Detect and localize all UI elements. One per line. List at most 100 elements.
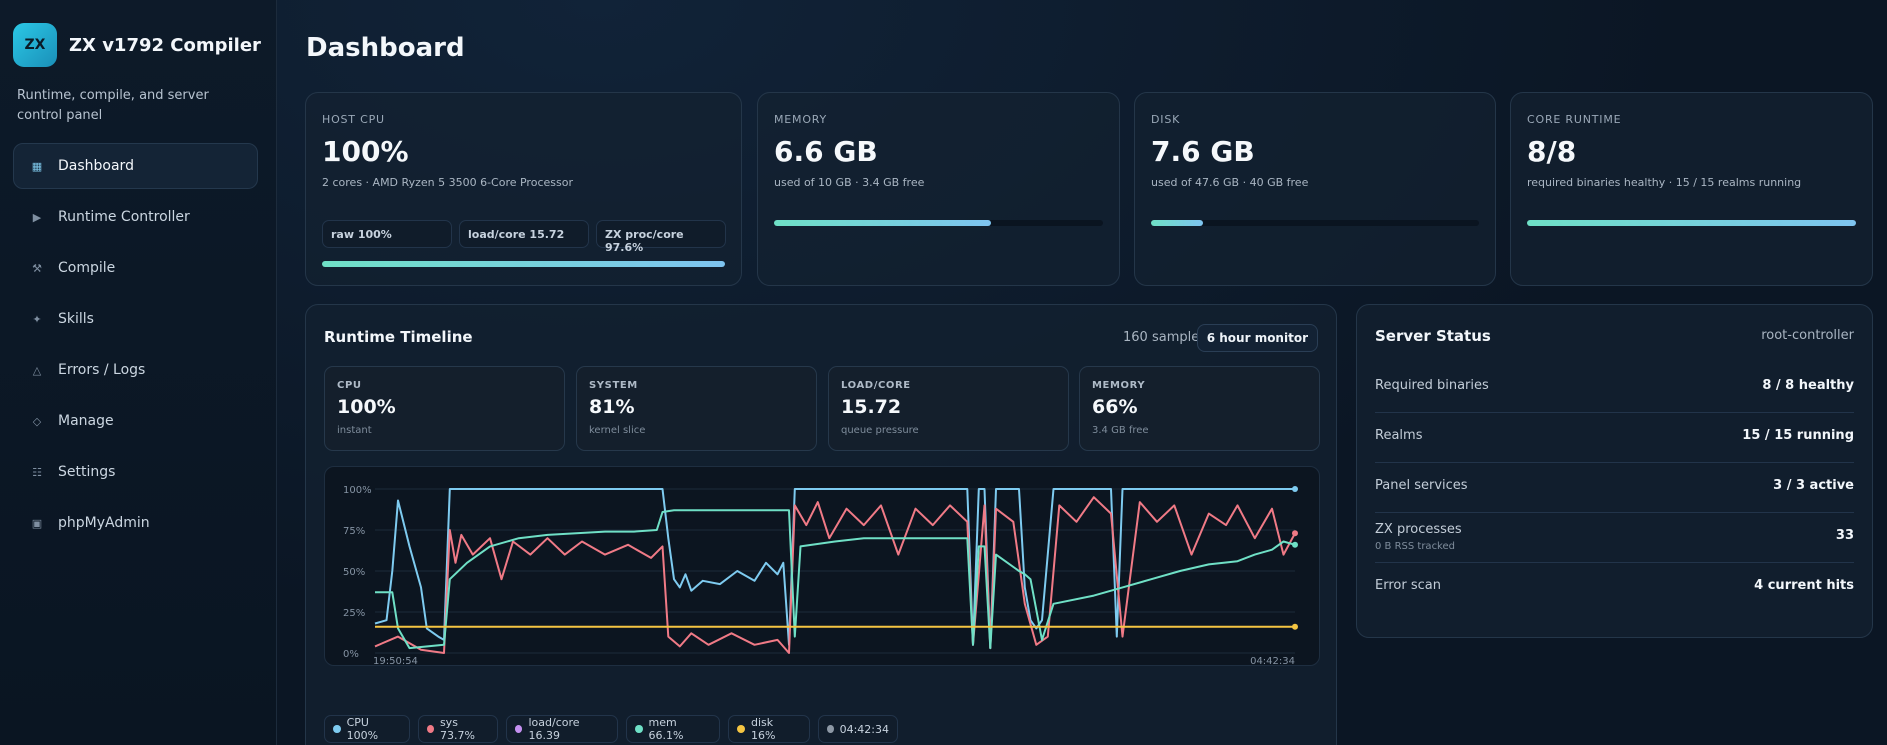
host-cpu-value: 100% xyxy=(322,135,409,168)
server-row-value: 3 / 3 active xyxy=(1773,478,1854,493)
runtime-timeline-panel: Runtime Timeline 160 samples 6 hour moni… xyxy=(305,304,1337,745)
host-cpu-bar xyxy=(322,261,725,267)
legend-label: load/core 16.39 xyxy=(528,716,580,742)
series-endpoint-cpu xyxy=(1292,486,1298,492)
legend-dot-icon xyxy=(827,725,834,733)
server-status-row: Realms 15 / 15 running xyxy=(1375,413,1854,463)
disk-subtext: used of 47.6 GB · 40 GB free xyxy=(1151,176,1309,189)
mini-stat-load-core: LOAD/CORE 15.72 queue pressure xyxy=(828,366,1069,451)
legend-label: 04:42:34 xyxy=(839,722,889,736)
app-title: ZX v1792 Compiler xyxy=(69,34,261,56)
disk-bar xyxy=(1151,220,1479,226)
core-runtime-label: CORE RUNTIME xyxy=(1527,113,1622,126)
series-endpoint-sys xyxy=(1292,530,1298,537)
series-endpoint-mem xyxy=(1292,541,1298,548)
sidebar-item-label: phpMyAdmin xyxy=(58,515,150,531)
mini-stat-label: LOAD/CORE xyxy=(841,380,911,391)
monitor-range-button[interactable]: 6 hour monitor xyxy=(1196,324,1318,352)
mini-stat-label: MEMORY xyxy=(1092,380,1146,391)
sidebar-item-runtime-controller[interactable]: ▶ Runtime Controller xyxy=(13,194,258,240)
memory-subtext: used of 10 GB · 3.4 GB free xyxy=(774,176,925,189)
mini-stat-value: 15.72 xyxy=(841,396,902,418)
legend-label: sys 73.7% xyxy=(439,716,475,742)
mini-stat-sub: queue pressure xyxy=(841,425,919,436)
sidebar-item-errors-logs[interactable]: △ Errors / Logs xyxy=(13,347,258,393)
legend-dot-icon xyxy=(515,725,523,733)
timeline-chart[interactable]: 100% 75% 50% 25% 0% 19:50:54 04:42:34 xyxy=(324,466,1320,667)
y-tick-label: 75% xyxy=(343,526,365,537)
series-line-sys xyxy=(374,496,1296,654)
server-status-row: ZX processes 33 0 B RSS tracked xyxy=(1375,513,1854,563)
timeline-title: Runtime Timeline xyxy=(324,328,473,346)
y-tick-label: 50% xyxy=(343,567,365,578)
disk-bar-fill xyxy=(1151,220,1204,226)
page-title: Dashboard xyxy=(306,33,465,63)
memory-value: 6.6 GB xyxy=(774,135,878,168)
play-icon: ▶ xyxy=(32,210,42,224)
sidebar-item-label: Skills xyxy=(58,311,94,327)
host-cpu-bar-fill xyxy=(322,261,725,267)
legend-item[interactable]: load/core 16.39 xyxy=(506,715,618,743)
disk-value: 7.6 GB xyxy=(1151,135,1255,168)
legend-item[interactable]: disk 16% xyxy=(728,715,810,743)
mini-stat-value: 66% xyxy=(1092,396,1138,418)
legend-label: CPU 100% xyxy=(346,716,379,742)
core-runtime-subtext: required binaries healthy · 15 / 15 real… xyxy=(1527,176,1802,189)
tools-icon: ⚒ xyxy=(32,261,42,275)
legend-item[interactable]: mem 66.1% xyxy=(626,715,720,743)
host-cpu-subtext: 2 cores · AMD Ryzen 5 3500 6-Core Proces… xyxy=(322,176,573,189)
legend-item[interactable]: CPU 100% xyxy=(324,715,410,743)
host-cpu-card: HOST CPU 100% 2 cores · AMD Ryzen 5 3500… xyxy=(305,92,742,286)
sidebar-item-label: Dashboard xyxy=(58,158,134,174)
mini-stat-system: SYSTEM 81% kernel slice xyxy=(576,366,817,451)
server-row-value: 33 xyxy=(1835,528,1854,543)
mini-stat-label: SYSTEM xyxy=(589,380,638,391)
sidebar-item-manage[interactable]: ◇ Manage xyxy=(13,398,258,444)
sparkle-icon: ✦ xyxy=(32,312,42,326)
memory-card: MEMORY 6.6 GB used of 10 GB · 3.4 GB fre… xyxy=(757,92,1120,286)
legend-item[interactable]: sys 73.7% xyxy=(418,715,498,743)
legend-dot-icon xyxy=(333,725,341,733)
legend-label: mem 66.1% xyxy=(648,716,684,742)
mini-stat-sub: instant xyxy=(337,425,372,436)
core-runtime-value: 8/8 xyxy=(1527,135,1577,168)
y-tick-label: 100% xyxy=(343,485,372,496)
series-line-cpu xyxy=(374,488,1295,650)
x-start-label: 19:50:54 xyxy=(373,656,418,667)
y-tick-label: 25% xyxy=(343,608,365,619)
cpu-load-chip: load/core 15.72 xyxy=(459,220,589,248)
server-row-value: 15 / 15 running xyxy=(1742,428,1854,443)
database-icon: ▣ xyxy=(31,516,43,530)
sidebar-item-compile[interactable]: ⚒ Compile xyxy=(13,245,258,291)
main-content: Dashboard HOST CPU 100% 2 cores · AMD Ry… xyxy=(277,0,1887,745)
memory-bar xyxy=(774,220,1103,226)
mini-stat-value: 100% xyxy=(337,396,396,418)
mini-stat-cpu: CPU 100% instant xyxy=(324,366,565,451)
sidebar-item-dashboard[interactable]: ▦ Dashboard xyxy=(13,143,258,189)
legend-label: disk 16% xyxy=(750,716,776,742)
server-row-note: 0 B RSS tracked xyxy=(1375,541,1455,552)
list-icon: ☷ xyxy=(32,465,42,479)
series-endpoint-disk xyxy=(1292,623,1298,630)
host-cpu-label: HOST CPU xyxy=(322,113,385,126)
cpu-zx-proc-chip: ZX proc/core 97.6% xyxy=(596,220,726,254)
mini-stat-sub: 3.4 GB free xyxy=(1092,425,1149,436)
sidebar-item-skills[interactable]: ✦ Skills xyxy=(13,296,258,342)
server-status-row: Panel services 3 / 3 active xyxy=(1375,463,1854,513)
server-status-title: Server Status xyxy=(1375,327,1491,345)
app-logo: ZX xyxy=(13,23,57,67)
timeline-chart-svg: 100% 75% 50% 25% 0% 19:50:54 04:42:34 xyxy=(343,485,1298,667)
sidebar-item-label: Manage xyxy=(58,413,114,429)
legend-dot-icon xyxy=(737,725,745,733)
legend-item[interactable]: 04:42:34 xyxy=(818,715,898,743)
sidebar-item-phpmyadmin[interactable]: ▣ phpMyAdmin xyxy=(13,500,258,546)
server-status-panel: Server Status root-controller Required b… xyxy=(1356,304,1873,638)
server-row-value: 4 current hits xyxy=(1754,578,1854,593)
sidebar-item-settings[interactable]: ☷ Settings xyxy=(13,449,258,495)
server-host: root-controller xyxy=(1761,328,1854,343)
sidebar-item-label: Runtime Controller xyxy=(58,209,190,225)
core-runtime-bar xyxy=(1527,220,1856,226)
sidebar-item-label: Errors / Logs xyxy=(58,362,146,378)
core-runtime-bar-fill xyxy=(1527,220,1856,226)
disk-label: DISK xyxy=(1151,113,1181,126)
